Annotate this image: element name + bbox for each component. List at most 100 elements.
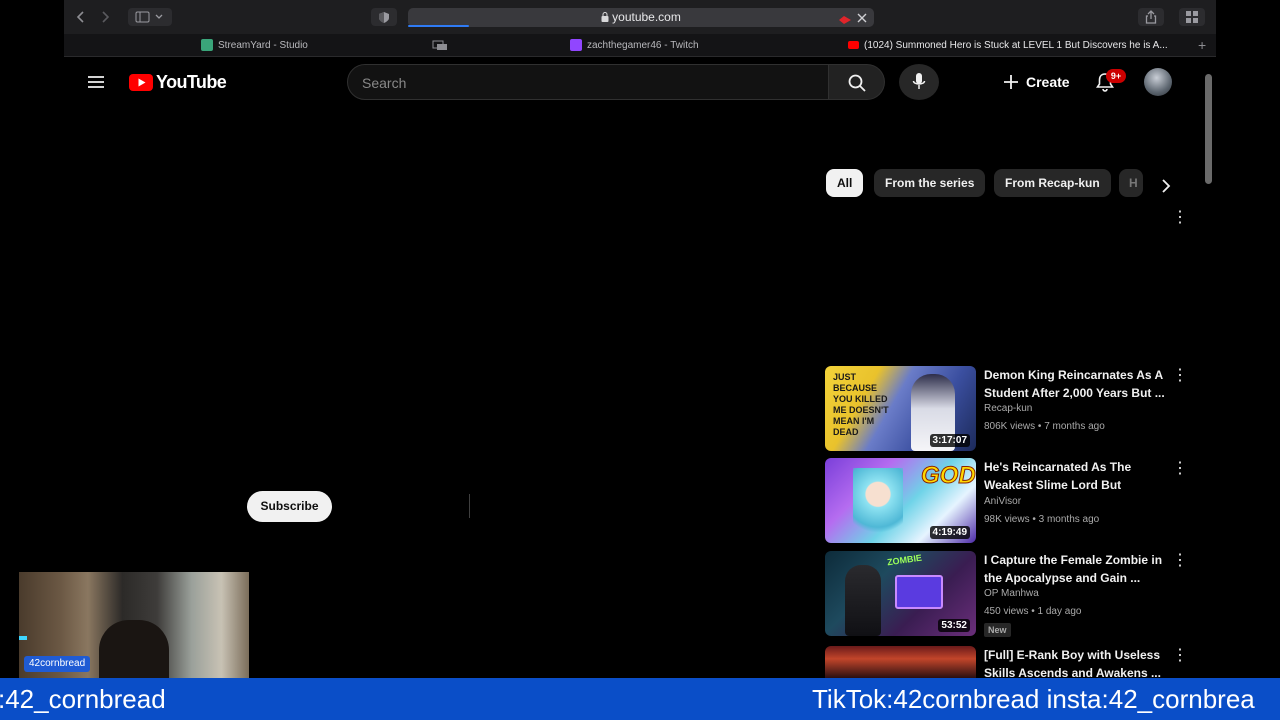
video-views: 806K views [984, 421, 1036, 432]
scrollbar-thumb[interactable] [1205, 74, 1212, 184]
video-duration: 3:17:07 [929, 434, 970, 447]
address-url: youtube.com [408, 10, 874, 24]
tab-bar: StreamYard - Studio zachthegamer46 - Twi… [64, 34, 1216, 57]
search-button[interactable] [829, 64, 885, 100]
video-thumbnail[interactable]: GOD 4:19:49 [825, 458, 976, 543]
video-title[interactable]: I Capture the Female Zombie in the Apoca… [984, 551, 1166, 587]
video-duration: 53:52 [938, 619, 970, 632]
video-meta: 806K views • 7 months ago [984, 421, 1105, 432]
ticker-text-right: TikTok:42cornbread insta:42_cornbrea [812, 684, 1255, 714]
recording-indicator-icon [838, 12, 852, 24]
social-ticker: :42_cornbread TikTok:42cornbread insta:4… [0, 678, 1280, 720]
video-title[interactable]: [Full] E-Rank Boy with Useless Skills As… [984, 646, 1166, 682]
thumbnail-caption: ZOMBIE [886, 552, 923, 568]
new-badge: New [984, 623, 1011, 637]
grid-icon [1186, 11, 1198, 23]
webcam-light [19, 636, 27, 640]
microphone-icon [912, 73, 926, 89]
avatar[interactable] [1144, 68, 1172, 96]
sidebar-icon [135, 11, 163, 23]
video-age: 3 months ago [1038, 514, 1100, 525]
thumbnail-caption: GOD [921, 462, 976, 490]
divider [469, 494, 470, 518]
tab-streamyard[interactable]: StreamYard - Studio [201, 34, 431, 56]
page-load-progress [408, 25, 469, 27]
youtube-logo-text[interactable]: YouTube [156, 72, 227, 93]
thumbnail-caption: JUST BECAUSE YOU KILLED ME DOESN'T MEAN … [833, 372, 889, 437]
thumbnail-character [845, 565, 881, 636]
video-title[interactable]: He's Reincarnated As The Weakest Slime L… [984, 458, 1166, 494]
privacy-shield-button[interactable] [371, 8, 397, 26]
webcam-person [99, 620, 169, 678]
video-menu-icon[interactable]: ⋮ [1172, 461, 1188, 477]
video-channel[interactable]: AniVisor [984, 496, 1021, 507]
more-actions-icon[interactable]: ⋮ [1172, 210, 1188, 226]
video-views: 98K views [984, 514, 1030, 525]
video-title[interactable]: Demon King Reincarnates As A Student Aft… [984, 366, 1166, 402]
video-age: 1 day ago [1037, 606, 1082, 617]
tab-overview-button[interactable] [1179, 8, 1205, 26]
video-views: 450 views [984, 606, 1029, 617]
search-input[interactable]: Search [347, 64, 829, 100]
youtube-favicon-icon [848, 41, 859, 49]
webcam-name-label: 42cornbread [24, 656, 91, 672]
video-meta: 98K views • 3 months ago [984, 514, 1100, 525]
sidebar-toggle-button[interactable] [128, 8, 172, 26]
tab-youtube-active[interactable]: (1024) Summoned Hero is Stuck at LEVEL 1… [848, 34, 1178, 56]
create-label: Create [1026, 74, 1070, 90]
chip-all[interactable]: All [826, 169, 864, 197]
video-menu-icon[interactable]: ⋮ [1172, 368, 1188, 384]
hamburger-menu-icon [88, 76, 104, 88]
chevron-right-icon [102, 11, 110, 23]
video-thumbnail[interactable] [825, 646, 976, 678]
tab-twitch[interactable]: zachthegamer46 - Twitch [570, 34, 800, 56]
share-icon [1145, 10, 1157, 24]
tab-title: (1024) Summoned Hero is Stuck at LEVEL 1… [864, 39, 1168, 51]
guide-menu-button[interactable] [88, 74, 104, 90]
ticker-text-left: :42_cornbread [0, 684, 166, 714]
new-tab-button[interactable]: + [1198, 34, 1212, 56]
back-button[interactable] [70, 8, 92, 26]
video-channel[interactable]: OP Manhwa [984, 588, 1039, 599]
stop-loading-button[interactable] [856, 11, 868, 29]
chip-from-recap-kun[interactable]: From Recap-kun [994, 169, 1111, 197]
video-thumbnail[interactable]: JUST BECAUSE YOU KILLED ME DOESN'T MEAN … [825, 366, 976, 451]
address-bar[interactable]: youtube.com [408, 8, 874, 27]
youtube-logo-icon[interactable] [129, 74, 153, 91]
shield-icon [379, 11, 389, 23]
chips-next-button[interactable] [1158, 178, 1174, 194]
video-thumbnail[interactable]: ZOMBIE 53:52 [825, 551, 976, 636]
plus-icon [1004, 75, 1018, 89]
chevron-right-icon [1162, 179, 1171, 193]
search-icon [848, 74, 866, 92]
streamyard-favicon-icon [201, 39, 213, 51]
video-menu-icon[interactable]: ⋮ [1172, 553, 1188, 569]
video-duration: 4:19:49 [929, 526, 970, 539]
video-meta: 450 views • 1 day ago [984, 606, 1082, 617]
thumbnail-screen [895, 575, 943, 609]
chevron-left-icon [76, 11, 84, 23]
tab-group-button[interactable] [432, 34, 448, 56]
chip-partial[interactable]: H [1119, 169, 1143, 197]
video-menu-icon[interactable]: ⋮ [1172, 648, 1188, 664]
forward-button[interactable] [94, 8, 116, 26]
lock-icon [601, 12, 609, 22]
create-button[interactable]: Create [993, 64, 1073, 100]
thumbnail-character [853, 468, 903, 543]
tab-stack-icon [432, 40, 447, 50]
tab-title: zachthegamer46 - Twitch [587, 39, 699, 51]
notification-badge: 9+ [1106, 69, 1126, 83]
video-channel[interactable]: Recap-kun [984, 403, 1032, 414]
close-icon [857, 13, 867, 23]
twitch-favicon-icon [570, 39, 582, 51]
plus-icon: + [1198, 37, 1207, 53]
voice-search-button[interactable] [899, 64, 939, 100]
tab-title: StreamYard - Studio [218, 39, 308, 51]
browser-toolbar: youtube.com [64, 0, 1216, 34]
share-button[interactable] [1138, 8, 1164, 26]
chip-from-the-series[interactable]: From the series [874, 169, 986, 197]
video-age: 7 months ago [1044, 421, 1105, 432]
url-text: youtube.com [612, 10, 681, 24]
search-placeholder: Search [362, 75, 407, 91]
subscribe-button[interactable]: Subscribe [247, 491, 332, 522]
